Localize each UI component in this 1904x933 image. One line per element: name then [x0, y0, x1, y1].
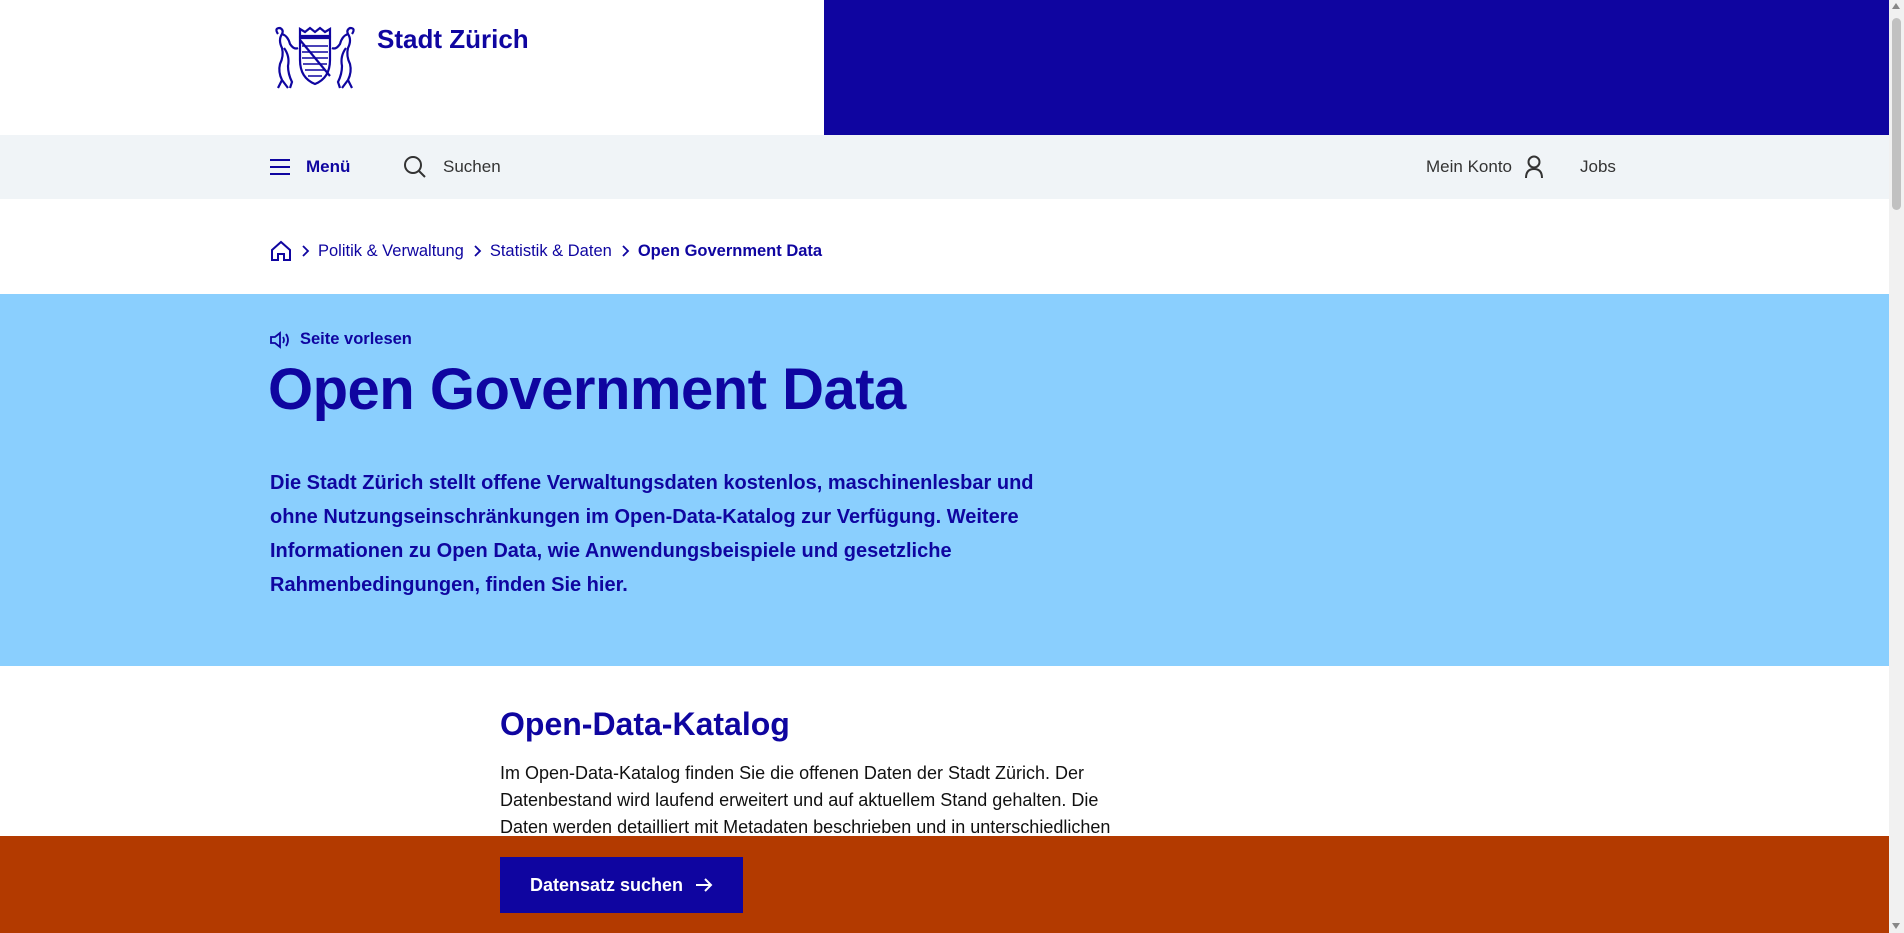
account-button[interactable]: Mein Konto	[1426, 135, 1544, 199]
hero-lead-text: Die Stadt Zürich stellt offene Verwaltun…	[270, 472, 1034, 596]
chevron-right-icon	[620, 245, 630, 257]
sticky-cta-bar: Datensatz suchen	[0, 836, 1889, 933]
jobs-link[interactable]: Jobs	[1580, 135, 1616, 199]
scrollbar-thumb[interactable]	[1892, 18, 1901, 210]
zurich-coat-of-arms-logo[interactable]	[270, 26, 360, 90]
breadcrumb-link-politik[interactable]: Politik & Verwaltung	[318, 242, 464, 261]
breadcrumb: Politik & Verwaltung Statistik & Daten O…	[270, 236, 822, 266]
home-icon[interactable]	[270, 240, 292, 262]
page: Stadt Zürich Menü Suchen Mein Konto Jobs…	[0, 0, 1889, 933]
search-label: Suchen	[443, 157, 501, 176]
search-dataset-button[interactable]: Datensatz suchen	[500, 857, 743, 913]
section-text: Im Open-Data-Katalog finden Sie die offe…	[500, 763, 1111, 837]
section-title: Open-Data-Katalog	[500, 706, 790, 742]
scroll-down-icon[interactable]	[1892, 923, 1900, 929]
menu-label: Menü	[306, 157, 351, 176]
scroll-up-icon[interactable]	[1892, 3, 1900, 9]
user-icon	[1525, 155, 1543, 179]
page-title: Open Government Data	[268, 357, 906, 422]
breadcrumb-current: Open Government Data	[637, 241, 823, 260]
brand-color-block	[824, 0, 1889, 135]
page-scrollbar[interactable]	[1889, 0, 1904, 933]
account-label: Mein Konto	[1426, 157, 1512, 176]
speaker-icon	[270, 330, 289, 349]
menu-button[interactable]: Menü	[270, 135, 350, 199]
arrow-right-icon	[696, 878, 713, 892]
main-navbar: Menü Suchen Mein Konto Jobs	[0, 135, 1889, 199]
breadcrumb-link-statistik[interactable]: Statistik & Daten	[490, 242, 612, 261]
brand-name[interactable]: Stadt Zürich	[377, 24, 529, 55]
hamburger-icon	[270, 159, 290, 175]
chevron-right-icon	[300, 245, 310, 257]
cta-label: Datensatz suchen	[529, 874, 684, 895]
read-aloud-label: Seite vorlesen	[300, 330, 412, 348]
search-button[interactable]: Suchen	[403, 135, 501, 199]
read-aloud-button[interactable]: Seite vorlesen	[270, 330, 412, 349]
hero-section: Seite vorlesen Open Government Data Die …	[0, 294, 1889, 666]
chevron-right-icon	[472, 245, 482, 257]
search-icon	[404, 156, 426, 178]
top-header: Stadt Zürich	[0, 0, 1889, 135]
